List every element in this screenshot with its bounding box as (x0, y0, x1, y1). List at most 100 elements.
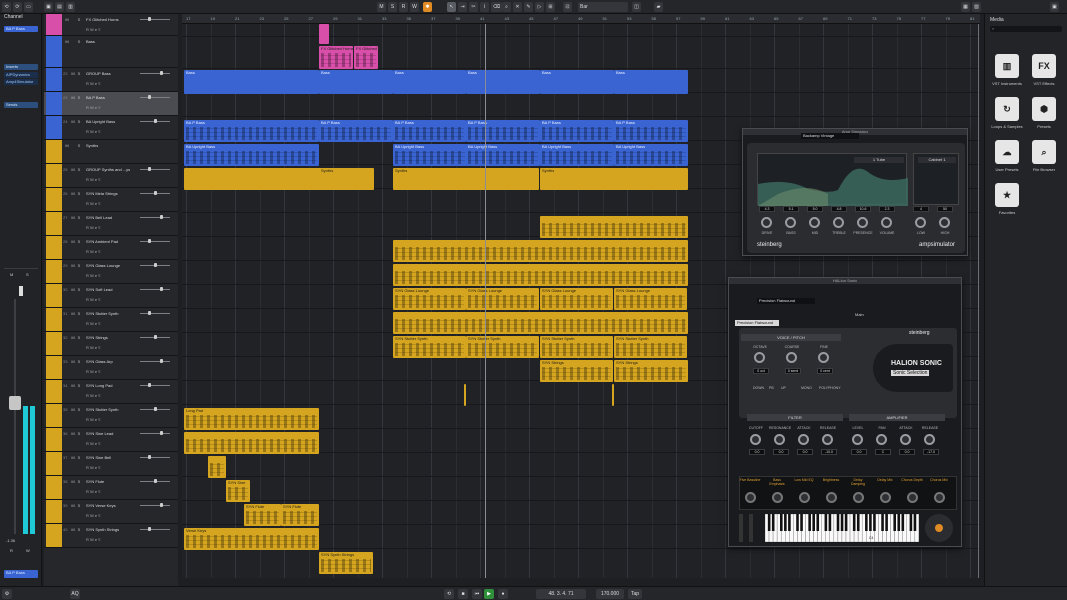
clip-stutter-synth[interactable]: SYN Stutter Synth (614, 336, 687, 358)
clip-soft-lead[interactable] (393, 312, 688, 334)
amp-type-select[interactable]: 1 Tube (854, 157, 904, 163)
track-volume-handle[interactable] (160, 431, 163, 435)
quick-control-knob[interactable] (934, 492, 945, 503)
play-tool-icon[interactable]: ▷ (535, 2, 544, 12)
mute-button[interactable]: M (64, 39, 70, 44)
clip-p-bass[interactable]: BA P Bass (540, 120, 614, 142)
clip-sine-lead[interactable] (208, 456, 226, 478)
clip-horns[interactable]: FX Glitched (354, 46, 378, 69)
track-volume-handle[interactable] (160, 359, 163, 363)
clip-bass[interactable]: Bass (614, 70, 688, 94)
track-row[interactable]: 36 M S SYN Sine Lead R W e ≡ (44, 428, 178, 452)
track-rw-buttons[interactable]: R W e ≡ (86, 129, 101, 134)
read-all-button[interactable]: R (399, 2, 408, 12)
solo-button[interactable]: S (76, 287, 82, 292)
grid-type-select[interactable]: Bar (578, 2, 628, 12)
clip-upright-bass[interactable]: BA Upright Bass (393, 144, 467, 166)
pitch-wheel[interactable] (739, 514, 743, 542)
track-rw-buttons[interactable]: R W e ≡ (86, 81, 101, 86)
clip-stutter-synth[interactable]: SYN Stutter Synth (540, 336, 613, 358)
track-row[interactable]: 30 M S SYN Soft Lead R W e ≡ (44, 284, 178, 308)
erase-tool-icon[interactable]: ⌫ (491, 2, 503, 12)
clip-ambient-pad[interactable] (393, 264, 688, 286)
write-label[interactable]: W (26, 548, 30, 553)
amp-knob-treble[interactable] (833, 217, 844, 228)
solo-button[interactable]: S (76, 167, 82, 172)
clip-long-pad[interactable]: Long Pad (184, 408, 319, 430)
track-rw-buttons[interactable]: R W e ≡ (86, 273, 101, 278)
amp-knob-mid[interactable] (809, 217, 820, 228)
clip-stutter-synth[interactable]: SYN Stutter Synth (393, 336, 466, 358)
track-rw-buttons[interactable]: R W e ≡ (86, 393, 101, 398)
track-rw-buttons[interactable]: R W e ≡ (86, 27, 101, 32)
track-volume-slider[interactable] (140, 73, 170, 74)
track-volume-handle[interactable] (148, 455, 151, 459)
halion-program-slot[interactable]: Precision Flatwound (735, 320, 779, 326)
split-tool-icon[interactable]: ✂ (469, 2, 478, 12)
track-volume-handle[interactable] (154, 335, 157, 339)
right-zone-toggle[interactable]: ▣ (1050, 2, 1059, 12)
solo-button[interactable]: S (76, 71, 82, 76)
solo-button[interactable]: S (76, 503, 82, 508)
track-volume-slider[interactable] (140, 505, 170, 506)
clip-glass-arp[interactable] (464, 384, 466, 406)
halion-knob[interactable] (798, 434, 809, 445)
clip-p-bass[interactable]: BA P Bass (319, 120, 393, 142)
clip-glass-lounge[interactable]: SYN Glass Lounge (614, 288, 687, 310)
track-row[interactable]: M S FX Glitched Horns R W e ≡ (44, 14, 178, 36)
volume-fader-handle[interactable] (9, 396, 21, 410)
solo-button[interactable]: S (76, 527, 82, 532)
clip-upright-bass[interactable]: BA Upright Bass (614, 144, 688, 166)
track-row[interactable]: 25 M S GROUP Synths and ...ys R W e ≡ (44, 164, 178, 188)
tempo-display[interactable]: 170.000 (596, 589, 624, 599)
loops-samples-icon[interactable]: ↻ (995, 97, 1019, 121)
inspector-track-name[interactable]: BA P Bass (4, 26, 38, 32)
draw-tool-icon[interactable]: ✎ (524, 2, 533, 12)
track-volume-slider[interactable] (140, 289, 170, 290)
track-volume-handle[interactable] (148, 311, 151, 315)
clip-strings[interactable]: SYN Strings (540, 360, 613, 382)
quick-control-knob[interactable] (853, 492, 864, 503)
insert-slot-1[interactable]: AIPDynamics (4, 72, 38, 78)
clip-upright-bass[interactable]: BA Upright Bass (466, 144, 540, 166)
track-volume-slider[interactable] (140, 241, 170, 242)
solo-button[interactable]: S (76, 431, 82, 436)
clip-synths[interactable]: Synths (540, 168, 688, 190)
track-row[interactable]: 32 M S SYN Strings R W e ≡ (44, 332, 178, 356)
user-presets-icon[interactable]: ☁ (995, 140, 1019, 164)
track-rw-buttons[interactable]: R W e ≡ (86, 297, 101, 302)
quick-control-knob[interactable] (772, 492, 783, 503)
solo-button[interactable]: S (76, 311, 82, 316)
quantize-icon[interactable]: ◫ (632, 2, 641, 12)
media-panel-icon[interactable]: ▨ (972, 2, 981, 12)
clip-flute[interactable]: SYN Flute (244, 504, 281, 526)
voice-knob[interactable] (786, 352, 797, 363)
clip-glass-lounge[interactable]: SYN Glass Lounge (540, 288, 613, 310)
solo-button[interactable]: S (76, 143, 82, 148)
track-volume-handle[interactable] (154, 263, 157, 267)
clip-synths[interactable]: Synths (393, 168, 539, 190)
track-volume-handle[interactable] (154, 407, 157, 411)
halion-knob[interactable] (822, 434, 833, 445)
panel-icon[interactable]: ▭ (24, 2, 33, 12)
track-volume-slider[interactable] (140, 361, 170, 362)
track-row[interactable]: M S Synths (44, 140, 178, 164)
solo-button[interactable]: S (76, 39, 82, 44)
halion-knob[interactable] (876, 434, 887, 445)
track-rw-buttons[interactable]: R W e ≡ (86, 345, 101, 350)
grid-type-icon[interactable]: ⊡ (563, 2, 572, 12)
track-row[interactable]: 22 M S GROUP Bass R W e ≡ (44, 68, 178, 92)
amp-preset-field[interactable]: Backamp Vintage (801, 133, 859, 139)
amp-knob-volume[interactable] (881, 217, 892, 228)
aq-icon[interactable]: AQ (70, 589, 80, 599)
track-volume-slider[interactable] (140, 313, 170, 314)
track-volume-handle[interactable] (148, 239, 151, 243)
solo-button[interactable]: S (76, 215, 82, 220)
track-rw-buttons[interactable]: R W e ≡ (86, 369, 101, 374)
solo-button[interactable]: S (76, 479, 82, 484)
solo-button[interactable]: S (76, 119, 82, 124)
clip-verse-keys[interactable]: Verse Keys (184, 528, 319, 550)
write-all-button[interactable]: W (410, 2, 419, 12)
read-label[interactable]: R (10, 548, 13, 553)
track-volume-slider[interactable] (140, 19, 170, 20)
